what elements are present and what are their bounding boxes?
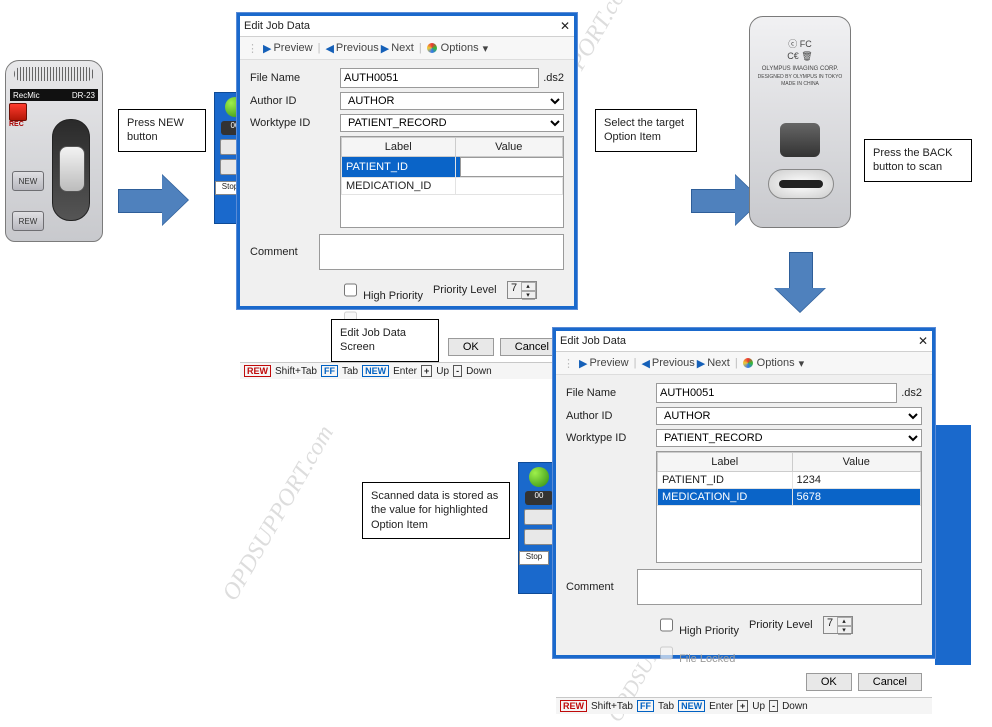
key-hint-bar: REWShift+Tab FFTab NEWEnter +Up -Down — [556, 697, 932, 714]
dialog-toolbar: ⋮ ▶Preview | ◀Previous ▶Next | Options▾ — [556, 352, 932, 375]
device-label-bar: RecMic DR-23 — [10, 89, 98, 101]
recmic-device-back: ⓒ FC C€ 🗑 OLYMPUS IMAGING CORP. DESIGNED… — [749, 16, 849, 241]
nav-next[interactable]: Next — [391, 42, 414, 54]
device-model: DR-23 — [72, 91, 95, 100]
file-ext: .ds2 — [901, 387, 922, 399]
callout-press-new: Press NEW button — [118, 109, 206, 152]
options-icon — [427, 43, 437, 53]
label-comment: Comment — [566, 581, 637, 593]
priority-spinner[interactable]: 7▴▾ — [823, 616, 853, 634]
author-select[interactable]: AUTHOR — [656, 407, 922, 425]
option-item-row[interactable]: PATIENT_ID1234 — [658, 472, 921, 489]
option-item-value[interactable] — [455, 178, 563, 195]
nav-preview[interactable]: Preview — [589, 357, 628, 369]
edit-job-data-dialog-1: Edit Job Data ✕ ⋮ ▶Preview | ◀Previous ▶… — [236, 12, 578, 310]
watermark: OPDSUPPORT.com — [218, 421, 340, 606]
callout-edit-job-data-screen: Edit Job Data Screen — [331, 319, 439, 362]
arrow-down — [775, 252, 825, 312]
nav-previous[interactable]: Previous — [336, 42, 379, 54]
arrow-right-1 — [118, 175, 188, 225]
option-item-value[interactable] — [455, 157, 563, 178]
author-select[interactable]: AUTHOR — [340, 92, 564, 110]
rew-button-hardware[interactable]: REW — [12, 211, 44, 231]
mic-grille — [14, 67, 94, 81]
high-priority-checkbox[interactable]: High Priority — [340, 278, 423, 302]
filename-input[interactable] — [340, 68, 539, 88]
callout-press-back: Press the BACK button to scan — [864, 139, 972, 182]
cancel-button[interactable]: Cancel — [858, 673, 922, 691]
previous-icon: ◀ — [325, 42, 333, 55]
label-filename: File Name — [566, 387, 656, 399]
rec-label: REC — [9, 121, 24, 128]
preview-icon: ▶ — [579, 357, 587, 370]
new-button-hardware[interactable]: NEW — [12, 171, 44, 191]
label-priority-level: Priority Level — [433, 284, 497, 296]
grid-header-label: Label — [658, 453, 793, 472]
callout-scanned-data: Scanned data is stored as the value for … — [362, 482, 510, 539]
label-author: Author ID — [566, 410, 656, 422]
preview-icon: ▶ — [263, 42, 271, 55]
option-item-row[interactable]: MEDICATION_ID — [342, 178, 563, 195]
option-item-label: PATIENT_ID — [658, 472, 793, 489]
dialog-titlebar: Edit Job Data ✕ — [556, 331, 932, 352]
next-icon: ▶ — [381, 42, 389, 55]
scanner-window — [768, 169, 834, 199]
option-item-value[interactable]: 1234 — [792, 472, 921, 489]
option-item-label: MEDICATION_ID — [658, 489, 793, 506]
option-item-row[interactable]: PATIENT_ID — [342, 157, 563, 178]
worktype-select[interactable]: PATIENT_RECORD — [656, 429, 922, 447]
options-icon — [743, 358, 753, 368]
recmic-device-front: RecMic DR-23 REC NEW REW — [5, 60, 101, 240]
grid-header-value: Value — [455, 138, 563, 157]
close-icon[interactable]: ✕ — [560, 19, 570, 33]
dialog-title: Edit Job Data — [244, 20, 310, 32]
option-item-label: PATIENT_ID — [342, 157, 456, 178]
filename-input[interactable] — [656, 383, 897, 403]
high-priority-checkbox[interactable]: High Priority — [656, 613, 739, 637]
key-hint-bar: REWShift+Tab FFTab NEWEnter +Up -Down — [240, 362, 574, 379]
grid-header-label: Label — [342, 138, 456, 157]
dialog-toolbar: ⋮ ▶Preview | ◀Previous ▶Next | Options▾ — [240, 37, 574, 60]
option-item-value[interactable]: 5678 — [792, 489, 921, 506]
comment-textarea[interactable] — [637, 569, 922, 605]
nav-next[interactable]: Next — [707, 357, 730, 369]
label-worktype: Worktype ID — [566, 432, 656, 444]
label-worktype: Worktype ID — [250, 117, 340, 129]
nav-previous[interactable]: Previous — [652, 357, 695, 369]
label-comment: Comment — [250, 246, 319, 258]
ok-button[interactable]: OK — [448, 338, 494, 356]
compliance-marks: ⓒ FC C€ 🗑 OLYMPUS IMAGING CORP. DESIGNED… — [750, 39, 850, 87]
worktype-select[interactable]: PATIENT_RECORD — [340, 114, 564, 132]
option-item-label: MEDICATION_ID — [342, 178, 456, 195]
priority-spinner[interactable]: 7▴▾ — [507, 281, 537, 299]
background-blue-strip — [935, 425, 971, 665]
comment-textarea[interactable] — [319, 234, 564, 270]
label-priority-level: Priority Level — [749, 619, 813, 631]
nav-preview[interactable]: Preview — [273, 42, 312, 54]
nav-options[interactable]: Options — [757, 357, 795, 369]
previous-icon: ◀ — [641, 357, 649, 370]
file-locked-checkbox: File Locked — [656, 641, 735, 665]
bg-stop-label-2: Stop — [519, 551, 549, 565]
next-icon: ▶ — [697, 357, 705, 370]
edit-job-data-dialog-2: Edit Job Data ✕ ⋮ ▶Preview | ◀Previous ▶… — [552, 327, 936, 659]
device-brand: RecMic — [13, 91, 40, 100]
option-items-grid[interactable]: Label Value PATIENT_ID1234MEDICATION_ID5… — [656, 451, 922, 563]
grid-header-value: Value — [792, 453, 921, 472]
option-item-row[interactable]: MEDICATION_ID5678 — [658, 489, 921, 506]
back-button-hardware[interactable] — [780, 123, 820, 157]
option-items-grid[interactable]: Label Value PATIENT_IDMEDICATION_ID — [340, 136, 564, 228]
file-ext: .ds2 — [543, 72, 564, 84]
nav-options[interactable]: Options — [441, 42, 479, 54]
dialog-title: Edit Job Data — [560, 335, 626, 347]
slide-switch[interactable] — [52, 119, 90, 221]
label-author: Author ID — [250, 95, 340, 107]
close-icon[interactable]: ✕ — [918, 334, 928, 348]
ok-button[interactable]: OK — [806, 673, 852, 691]
label-filename: File Name — [250, 72, 340, 84]
dialog-titlebar: Edit Job Data ✕ — [240, 16, 574, 37]
rec-indicator — [9, 103, 27, 121]
callout-select-option: Select the target Option Item — [595, 109, 697, 152]
